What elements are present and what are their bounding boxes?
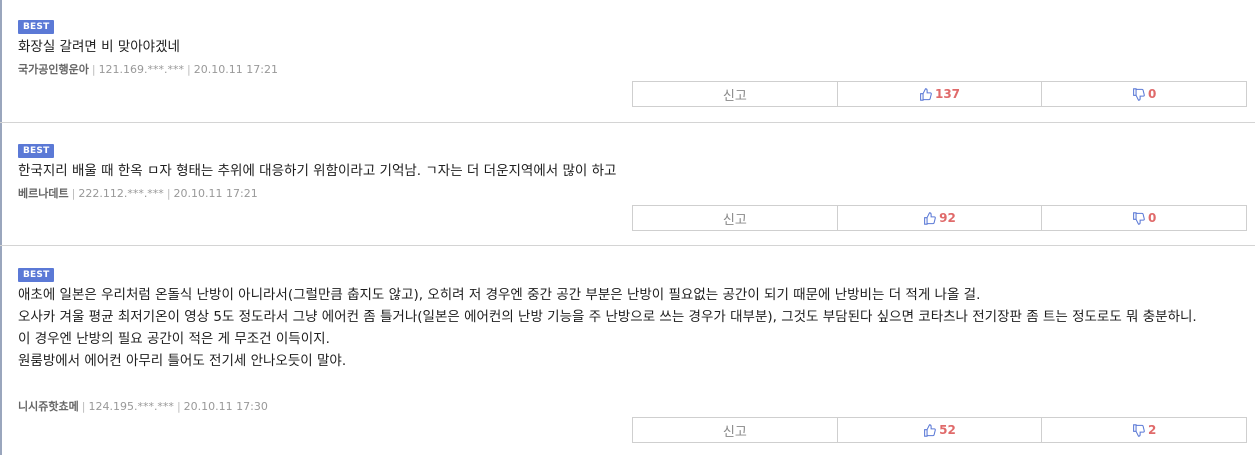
comment-item: BEST 한국지리 배울 때 한옥 ㅁ자 형태는 추위에 대응하기 위함이라고 … bbox=[0, 123, 1255, 246]
comment-actions: 신고 92 0 bbox=[632, 205, 1247, 231]
best-badge: BEST bbox=[18, 144, 55, 158]
comment-meta: 국가공인행운아 | 121.169.***.*** | 20.10.11 17:21 bbox=[18, 63, 278, 76]
author-nick[interactable]: 니시쥬핫쵸메 bbox=[18, 400, 79, 413]
like-button[interactable]: 52 bbox=[836, 418, 1042, 442]
author-ip: 121.169.***.*** bbox=[98, 63, 185, 76]
dislike-button[interactable]: 2 bbox=[1041, 418, 1246, 442]
author-ip: 222.112.***.*** bbox=[78, 187, 164, 200]
like-count: 52 bbox=[939, 423, 956, 437]
report-button[interactable]: 신고 bbox=[633, 82, 837, 106]
author-nick[interactable]: 국가공인행운아 bbox=[18, 63, 89, 76]
comment-date: 20.10.11 17:21 bbox=[173, 187, 258, 200]
author-ip: 124.195.***.*** bbox=[88, 400, 174, 413]
comment-date: 20.10.11 17:21 bbox=[193, 63, 278, 76]
comment-meta: 니시쥬핫쵸메 | 124.195.***.*** | 20.10.11 17:30 bbox=[18, 400, 268, 413]
thumbs-down-icon bbox=[1132, 87, 1145, 101]
thumbs-up-icon bbox=[923, 423, 936, 437]
thumbs-down-icon bbox=[1132, 423, 1145, 437]
comment-actions: 신고 137 0 bbox=[632, 81, 1247, 107]
comment-text: 애초에 일본은 우리처럼 온돌식 난방이 아니라서(그럴만큼 춥지도 않고), … bbox=[18, 287, 1197, 369]
thumbs-down-icon bbox=[1132, 211, 1145, 225]
dislike-count: 0 bbox=[1148, 87, 1157, 101]
thumbs-up-icon bbox=[923, 211, 936, 225]
best-badge: BEST bbox=[18, 268, 55, 282]
dislike-count: 2 bbox=[1148, 423, 1157, 437]
report-button[interactable]: 신고 bbox=[633, 418, 837, 442]
dislike-count: 0 bbox=[1148, 211, 1157, 225]
comment-text: 화장실 갈려면 비 맞아야겠네 bbox=[18, 39, 180, 55]
comment-meta: 베르나데트 | 222.112.***.*** | 20.10.11 17:21 bbox=[18, 187, 258, 200]
comment-date: 20.10.11 17:30 bbox=[183, 400, 268, 413]
dislike-button[interactable]: 0 bbox=[1041, 82, 1246, 106]
best-badge: BEST bbox=[18, 20, 55, 34]
like-button[interactable]: 92 bbox=[836, 206, 1042, 230]
author-nick[interactable]: 베르나데트 bbox=[18, 187, 69, 200]
comment-text: 한국지리 배울 때 한옥 ㅁ자 형태는 추위에 대응하기 위함이라고 기억남. … bbox=[18, 163, 617, 179]
like-count: 92 bbox=[939, 211, 956, 225]
like-count: 137 bbox=[934, 87, 961, 101]
comment-item: BEST 화장실 갈려면 비 맞아야겠네 국가공인행운아 | 121.169.***… bbox=[0, 0, 1255, 123]
like-button[interactable]: 137 bbox=[836, 82, 1042, 106]
thumbs-up-icon bbox=[919, 87, 932, 101]
dislike-button[interactable]: 0 bbox=[1041, 206, 1246, 230]
comment-actions: 신고 52 2 bbox=[632, 417, 1247, 443]
comment-item: BEST 애초에 일본은 우리처럼 온돌식 난방이 아니라서(그럴만큼 춥지도 … bbox=[0, 246, 1255, 455]
report-button[interactable]: 신고 bbox=[633, 206, 837, 230]
